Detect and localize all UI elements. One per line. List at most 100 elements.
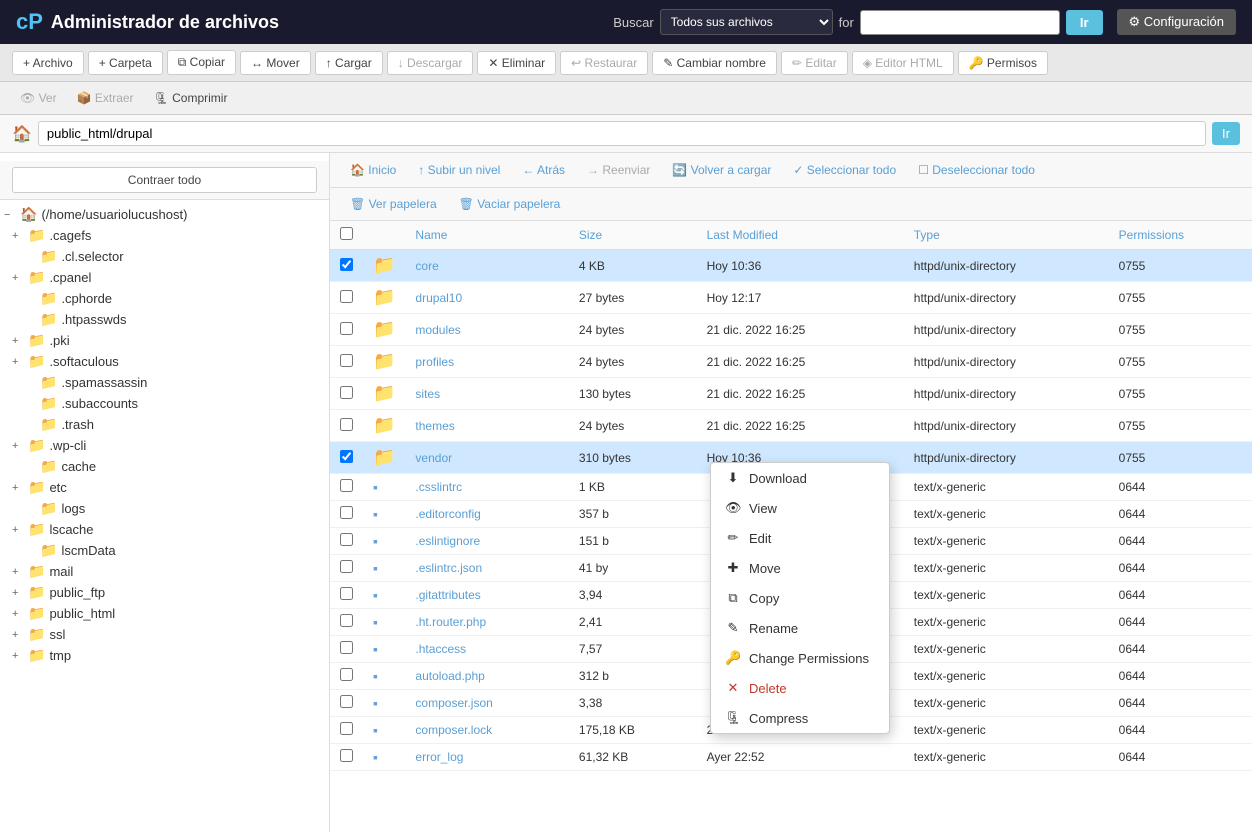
row-name-cell[interactable]: vendor xyxy=(405,442,568,474)
file-name-link[interactable]: profiles xyxy=(415,355,454,369)
row-checkbox-cell[interactable] xyxy=(330,410,363,442)
search-type-select[interactable]: Todos sus archivos Solo nombres de archi… xyxy=(660,9,833,35)
ctx-compress[interactable]: 🗜Compress xyxy=(711,703,889,733)
row-checkbox[interactable] xyxy=(340,450,353,463)
tree-item-tmp[interactable]: + 📁 tmp xyxy=(0,645,329,666)
compress-btn[interactable]: 🗜 Comprimir xyxy=(146,87,236,109)
permissions-btn[interactable]: 🔑 Permisos xyxy=(958,51,1048,75)
tree-item-trash[interactable]: 📁 .trash xyxy=(0,414,329,435)
row-checkbox[interactable] xyxy=(340,641,353,654)
tree-item-softaculous[interactable]: + 📁 .softaculous xyxy=(0,351,329,372)
tree-item-public-html[interactable]: + 📁 public_html xyxy=(0,603,329,624)
row-checkbox-cell[interactable] xyxy=(330,609,363,636)
html-editor-btn[interactable]: ◈ Editor HTML xyxy=(852,51,954,75)
ctx-move[interactable]: ✚Move xyxy=(711,553,889,583)
ctx-view[interactable]: 👁View xyxy=(711,493,889,523)
tree-item-cache[interactable]: 📁 cache xyxy=(0,456,329,477)
row-checkbox-cell[interactable] xyxy=(330,744,363,771)
tree-item-wp-cli[interactable]: + 📁 .wp-cli xyxy=(0,435,329,456)
row-checkbox-cell[interactable] xyxy=(330,314,363,346)
file-name-link[interactable]: drupal10 xyxy=(415,291,462,305)
row-checkbox-cell[interactable] xyxy=(330,528,363,555)
row-checkbox-cell[interactable] xyxy=(330,378,363,410)
tree-item-etc[interactable]: + 📁 etc xyxy=(0,477,329,498)
file-name-link[interactable]: composer.lock xyxy=(415,723,492,737)
ver-papelera-btn[interactable]: 🗑 Ver papelera xyxy=(342,193,445,215)
row-checkbox-cell[interactable] xyxy=(330,717,363,744)
select-all-checkbox[interactable] xyxy=(340,227,353,240)
row-name-cell[interactable]: profiles xyxy=(405,346,568,378)
tree-item-logs[interactable]: 📁 logs xyxy=(0,498,329,519)
rename-btn[interactable]: ✎ Cambiar nombre xyxy=(652,51,777,75)
row-name-cell[interactable]: modules xyxy=(405,314,568,346)
path-go-button[interactable]: Ir xyxy=(1212,122,1240,145)
row-checkbox-cell[interactable] xyxy=(330,690,363,717)
table-row[interactable]: 📁 themes 24 bytes 21 dic. 2022 16:25 htt… xyxy=(330,410,1252,442)
row-name-cell[interactable]: core xyxy=(405,250,568,282)
th-type[interactable]: Type xyxy=(904,221,1109,250)
row-name-cell[interactable]: sites xyxy=(405,378,568,410)
row-name-cell[interactable]: .gitattributes xyxy=(405,582,568,609)
file-name-link[interactable]: modules xyxy=(415,323,460,337)
row-checkbox-cell[interactable] xyxy=(330,663,363,690)
edit-btn[interactable]: ✏ Editar xyxy=(781,51,848,75)
tree-item-cphorde[interactable]: 📁 .cphorde xyxy=(0,288,329,309)
path-input[interactable] xyxy=(38,121,1206,146)
ctx-edit[interactable]: ✏Edit xyxy=(711,523,889,553)
table-row[interactable]: 📁 sites 130 bytes 21 dic. 2022 16:25 htt… xyxy=(330,378,1252,410)
copy-btn[interactable]: ⧉ Copiar xyxy=(167,50,236,75)
row-checkbox[interactable] xyxy=(340,533,353,546)
row-name-cell[interactable]: .csslintrc xyxy=(405,474,568,501)
file-name-link[interactable]: .htaccess xyxy=(415,642,466,656)
search-input[interactable] xyxy=(860,10,1060,35)
file-name-link[interactable]: sites xyxy=(415,387,440,401)
search-go-button[interactable]: Ir xyxy=(1066,10,1103,35)
ctx-rename[interactable]: ✎Rename xyxy=(711,613,889,643)
row-name-cell[interactable]: .eslintrc.json xyxy=(405,555,568,582)
row-checkbox-cell[interactable] xyxy=(330,555,363,582)
row-name-cell[interactable]: .htaccess xyxy=(405,636,568,663)
subir-nivel-btn[interactable]: ↑ Subir un nivel xyxy=(410,159,508,181)
row-checkbox[interactable] xyxy=(340,354,353,367)
tree-item-htpasswds[interactable]: 📁 .htpasswds xyxy=(0,309,329,330)
collapse-all-button[interactable]: Contraer todo xyxy=(12,167,317,193)
tree-item-lscache[interactable]: + 📁 lscache xyxy=(0,519,329,540)
row-checkbox[interactable] xyxy=(340,587,353,600)
table-row[interactable]: 📁 drupal10 27 bytes Hoy 12:17 httpd/unix… xyxy=(330,282,1252,314)
row-checkbox-cell[interactable] xyxy=(330,250,363,282)
row-checkbox[interactable] xyxy=(340,695,353,708)
row-name-cell[interactable]: drupal10 xyxy=(405,282,568,314)
table-row[interactable]: ▪ error_log 61,32 KB Ayer 22:52 text/x-g… xyxy=(330,744,1252,771)
file-name-link[interactable]: .gitattributes xyxy=(415,588,480,602)
th-checkbox[interactable] xyxy=(330,221,363,250)
upload-btn[interactable]: ↑ Cargar xyxy=(315,51,383,75)
ctx-delete[interactable]: ✕Delete xyxy=(711,673,889,703)
row-name-cell[interactable]: error_log xyxy=(405,744,568,771)
row-checkbox-cell[interactable] xyxy=(330,582,363,609)
tree-item-pki[interactable]: + 📁 .pki xyxy=(0,330,329,351)
view-btn[interactable]: 👁 Ver xyxy=(12,87,65,109)
ctx-copy[interactable]: ⧉Copy xyxy=(711,583,889,613)
tree-item-ssl[interactable]: + 📁 ssl xyxy=(0,624,329,645)
deseleccionar-todo-btn[interactable]: ☐ Deseleccionar todo xyxy=(910,159,1043,181)
file-name-link[interactable]: vendor xyxy=(415,451,452,465)
extract-btn[interactable]: 📦 Extraer xyxy=(69,87,142,109)
vaciar-papelera-btn[interactable]: 🗑 Vaciar papelera xyxy=(451,193,569,215)
row-checkbox-cell[interactable] xyxy=(330,442,363,474)
download-btn[interactable]: ↓ Descargar xyxy=(387,51,474,75)
move-btn[interactable]: ↔ Mover xyxy=(240,51,311,75)
tree-item-public-ftp[interactable]: + 📁 public_ftp xyxy=(0,582,329,603)
ctx-permissions[interactable]: 🔑Change Permissions xyxy=(711,643,889,673)
row-name-cell[interactable]: .ht.router.php xyxy=(405,609,568,636)
table-row[interactable]: 📁 modules 24 bytes 21 dic. 2022 16:25 ht… xyxy=(330,314,1252,346)
row-checkbox-cell[interactable] xyxy=(330,346,363,378)
row-name-cell[interactable]: autoload.php xyxy=(405,663,568,690)
row-name-cell[interactable]: .editorconfig xyxy=(405,501,568,528)
reenviar-btn[interactable]: → Reenviar xyxy=(579,159,658,181)
row-checkbox-cell[interactable] xyxy=(330,474,363,501)
new-file-btn[interactable]: + Archivo xyxy=(12,51,84,75)
row-checkbox[interactable] xyxy=(340,614,353,627)
row-checkbox[interactable] xyxy=(340,506,353,519)
ctx-download[interactable]: ⬇Download xyxy=(711,463,889,493)
tree-item-subaccounts[interactable]: 📁 .subaccounts xyxy=(0,393,329,414)
